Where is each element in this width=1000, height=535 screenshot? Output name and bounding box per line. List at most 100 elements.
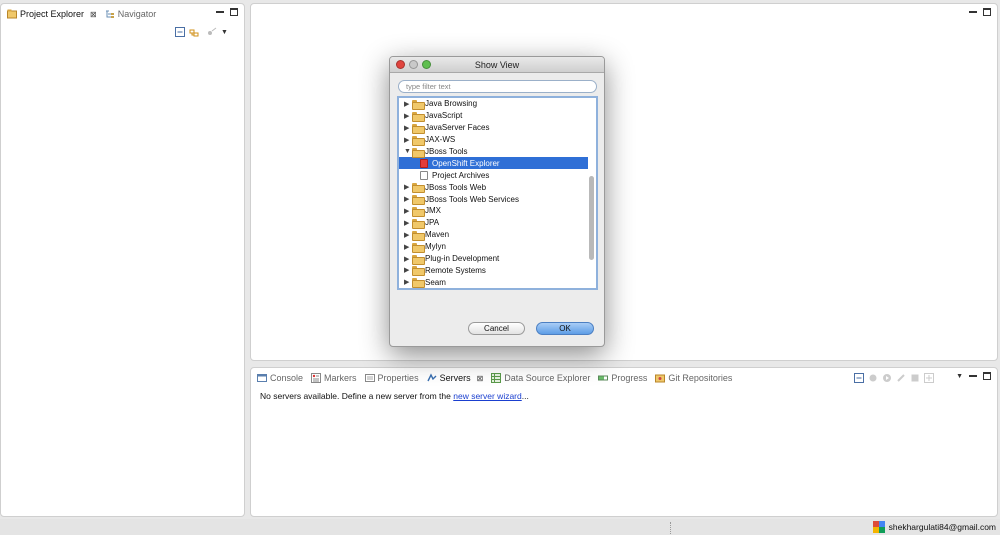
collapsed-arrow-icon[interactable]: ▶	[404, 219, 411, 227]
tree-child-item[interactable]: Project Archives	[399, 169, 588, 181]
tab-progress-label: Progress	[611, 373, 648, 383]
collapsed-arrow-icon[interactable]: ▶	[404, 100, 411, 108]
view-menu-icon[interactable]: ▼	[221, 29, 228, 36]
profile-icon[interactable]	[896, 373, 906, 383]
close-icon[interactable]: ⊠	[90, 10, 97, 19]
tab-markers-label: Markers	[324, 373, 357, 383]
tab-navigator[interactable]: Navigator	[101, 5, 161, 23]
tab-project-explorer[interactable]: Project Explorer ⊠	[3, 5, 101, 23]
stop-server-icon[interactable]	[910, 373, 920, 383]
collapsed-arrow-icon[interactable]: ▶	[404, 207, 411, 215]
tree-item-label: JMX	[425, 206, 441, 216]
tab-servers[interactable]: Servers ⊠	[423, 369, 488, 387]
new-server-wizard-link[interactable]: new server wizard	[453, 391, 522, 401]
tree-item-label: JAX-WS	[425, 135, 456, 145]
collapsed-arrow-icon[interactable]: ▶	[404, 183, 411, 191]
tree-category-item[interactable]: ▶ Remote Systems	[399, 264, 588, 277]
dialog-titlebar[interactable]: Show View	[390, 57, 604, 73]
cancel-button[interactable]: Cancel	[468, 322, 525, 335]
navigator-icon	[105, 9, 115, 19]
collapsed-arrow-icon[interactable]: ▶	[404, 278, 411, 286]
folder-icon	[412, 242, 425, 253]
zoom-window-icon[interactable]	[422, 60, 431, 69]
minimize-window-icon[interactable]	[409, 60, 418, 69]
collapsed-arrow-icon[interactable]: ▶	[404, 231, 411, 239]
ok-button[interactable]: OK	[536, 322, 594, 335]
status-separator	[670, 522, 671, 534]
tree-category-item[interactable]: ▶ JMX	[399, 205, 588, 217]
tree-scrollbar[interactable]	[588, 100, 595, 288]
link-with-editor-icon[interactable]	[189, 27, 199, 37]
minimize-icon[interactable]	[216, 11, 224, 13]
tree-category-item[interactable]: ▶ Java Browsing	[399, 98, 588, 110]
expanded-arrow-icon[interactable]: ▼	[404, 148, 411, 155]
collapsed-arrow-icon[interactable]: ▶	[404, 195, 411, 203]
folder-icon	[412, 123, 425, 134]
focus-icon[interactable]	[207, 27, 217, 37]
tree-category-item[interactable]: ▶ Seam	[399, 276, 588, 288]
collapsed-arrow-icon[interactable]: ▶	[404, 112, 411, 120]
view-menu-icon[interactable]: ▼	[956, 373, 963, 380]
left-tabbar: Project Explorer ⊠ Navigator	[1, 4, 244, 24]
start-server-icon[interactable]	[882, 373, 892, 383]
no-servers-message: No servers available. Define a new serve…	[260, 391, 529, 401]
tree-child-item[interactable]: OpenShift Explorer	[399, 157, 588, 170]
maximize-icon[interactable]	[983, 372, 991, 380]
tree-item-label: Remote Systems	[425, 265, 486, 275]
view-tree[interactable]: ▶ Java Browsing ▶ JavaScript ▶ JavaServer Fac…	[397, 96, 598, 290]
editor-window-controls	[969, 8, 991, 16]
servers-panel: Console Markers Properties Servers ⊠ Dat…	[250, 367, 998, 517]
collapsed-arrow-icon[interactable]: ▶	[404, 266, 411, 274]
collapsed-arrow-icon[interactable]: ▶	[404, 255, 411, 263]
git-repositories-icon	[655, 373, 666, 383]
tab-console[interactable]: Console	[253, 369, 307, 387]
tree-category-item[interactable]: ▶ Maven	[399, 229, 588, 241]
folder-icon	[412, 147, 425, 158]
tree-category-item[interactable]: ▶ JBoss Tools Web Services	[399, 193, 588, 206]
minimize-icon[interactable]	[969, 11, 977, 13]
tab-markers[interactable]: Markers	[307, 369, 361, 387]
left-window-controls	[216, 8, 238, 16]
scrollbar-thumb[interactable]	[589, 176, 594, 260]
tree-item-label: Maven	[425, 230, 450, 240]
tab-git-repositories[interactable]: Git Repositories	[651, 369, 736, 387]
minimize-icon[interactable]	[969, 375, 977, 377]
collapse-all-icon[interactable]	[175, 27, 185, 37]
publish-icon[interactable]	[924, 373, 934, 383]
tab-properties[interactable]: Properties	[361, 369, 423, 387]
tree-category-item[interactable]: ▶ Mylyn	[399, 241, 588, 253]
debug-icon[interactable]	[868, 373, 878, 383]
tree-category-item[interactable]: ▶ JavaServer Faces	[399, 122, 588, 134]
collapsed-arrow-icon[interactable]: ▶	[404, 124, 411, 132]
tree-category-item[interactable]: ▶ Plug-in Development	[399, 253, 588, 265]
account-email: shekhargulati84@gmail.com	[888, 522, 996, 532]
editor-area	[250, 3, 998, 361]
close-window-icon[interactable]	[396, 60, 405, 69]
tab-data-source-explorer-label: Data Source Explorer	[504, 373, 591, 383]
tab-data-source-explorer[interactable]: Data Source Explorer	[487, 369, 594, 387]
tree-category-item[interactable]: ▼ JBoss Tools	[399, 146, 588, 158]
folder-icon	[412, 135, 425, 146]
maximize-icon[interactable]	[230, 8, 238, 16]
tree-item-label: JavaScript	[425, 111, 463, 121]
tree-category-item[interactable]: ▶ JPA	[399, 217, 588, 229]
tree-item-label: JavaServer Faces	[425, 123, 490, 133]
collapse-all-icon[interactable]	[854, 373, 864, 383]
openshift-icon	[420, 158, 428, 168]
tree-category-item[interactable]: ▶ JAX-WS	[399, 134, 588, 146]
account-indicator[interactable]: shekhargulati84@gmail.com	[872, 521, 996, 533]
google-account-icon	[872, 521, 885, 533]
tab-progress[interactable]: Progress	[594, 369, 651, 387]
close-icon[interactable]: ⊠	[477, 374, 484, 383]
folder-icon	[412, 195, 425, 206]
tree-item-label: JBoss Tools Web Services	[425, 194, 519, 204]
tree-category-item[interactable]: ▶ JBoss Tools Web	[399, 181, 588, 194]
servers-window-controls: ▼	[956, 372, 991, 380]
maximize-icon[interactable]	[983, 8, 991, 16]
collapsed-arrow-icon[interactable]: ▶	[404, 136, 411, 144]
data-source-icon	[491, 373, 502, 383]
collapsed-arrow-icon[interactable]: ▶	[404, 243, 411, 251]
show-view-dialog: Show View ▶ Java Browsing ▶ JavaScript ▶ Java…	[389, 56, 605, 347]
filter-input[interactable]	[398, 80, 597, 93]
tree-category-item[interactable]: ▶ JavaScript	[399, 110, 588, 122]
